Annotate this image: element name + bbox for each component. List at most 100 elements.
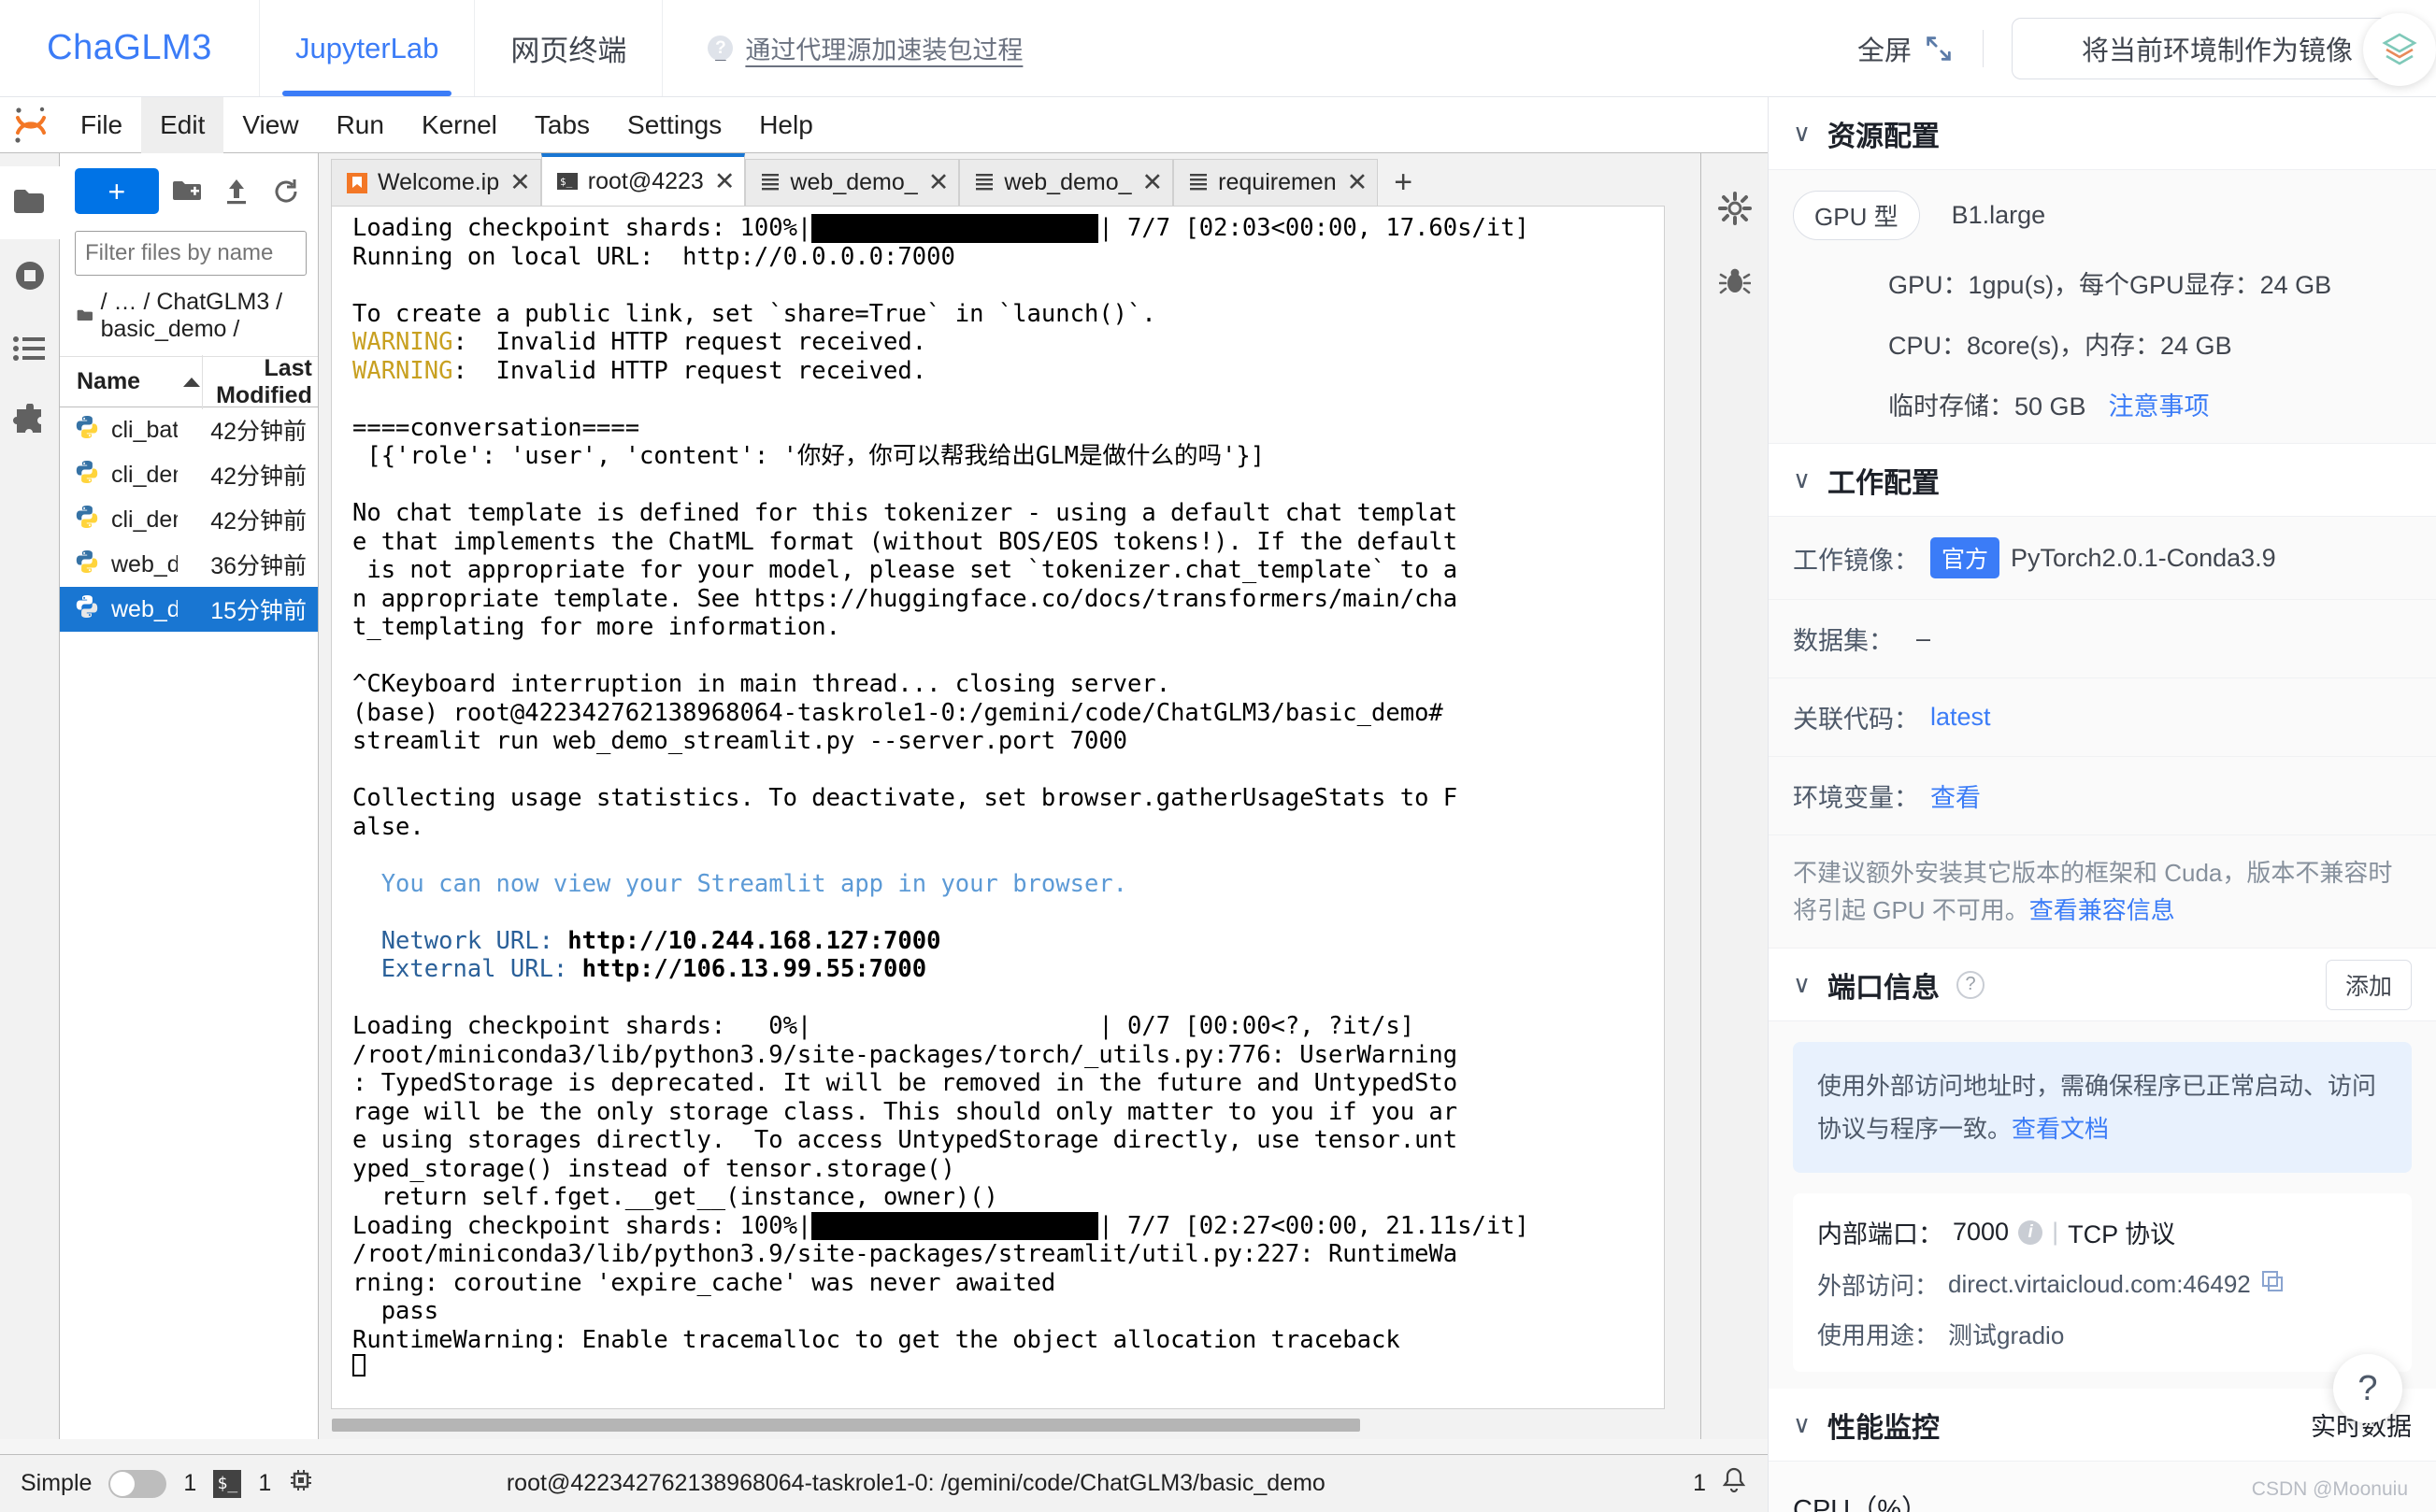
platform-badge-icon[interactable] bbox=[2363, 13, 2436, 86]
work-image-label: 工作镜像： bbox=[1793, 546, 1919, 575]
tab-requirements[interactable]: requiremen ✕ bbox=[1173, 159, 1379, 206]
close-icon[interactable]: ✕ bbox=[509, 168, 531, 197]
terminal-warning-token: WARNING bbox=[352, 328, 453, 356]
new-launcher-button[interactable]: + bbox=[75, 168, 159, 214]
copy-icon[interactable] bbox=[2260, 1269, 2285, 1300]
storage-notice-link[interactable]: 注意事项 bbox=[2109, 386, 2210, 422]
menu-edit[interactable]: Edit bbox=[141, 96, 224, 153]
list-item[interactable]: cli_demo_… 42分钟前 bbox=[60, 452, 318, 497]
terminal-cursor bbox=[352, 1354, 365, 1376]
upload-files-button[interactable] bbox=[215, 169, 257, 214]
section-title: 资源配置 bbox=[1827, 121, 1941, 152]
compat-note: 不建议额外安装其它版本的框架和 Cuda，版本不兼容时将引起 GPU 不可用。查… bbox=[1769, 835, 2436, 949]
terminal-url-label: External URL: bbox=[352, 955, 582, 983]
column-header-last-modified[interactable]: Last Modified bbox=[202, 354, 323, 409]
terminal-line: WARNING: Invalid HTTP request received. bbox=[352, 356, 927, 385]
breadcrumb[interactable]: / … / ChatGLM3 / basic_demo / bbox=[60, 276, 318, 357]
list-item[interactable]: web_demo… 15分钟前 bbox=[60, 587, 318, 632]
list-item[interactable]: cli_demo.py 42分钟前 bbox=[60, 497, 318, 542]
menu-help[interactable]: Help bbox=[740, 97, 832, 153]
column-header-name-group[interactable]: Name bbox=[60, 368, 202, 395]
list-item[interactable]: cli_batch_… 42分钟前 bbox=[60, 407, 318, 452]
sidebar-item-extensions[interactable] bbox=[0, 385, 60, 458]
sidebar-item-file-browser[interactable] bbox=[0, 166, 60, 239]
usage-line: 使用用途： 测试gradio bbox=[1817, 1317, 2387, 1351]
menu-tabs[interactable]: Tabs bbox=[516, 97, 609, 153]
section-work-config[interactable]: ∨ 工作配置 bbox=[1769, 444, 2436, 517]
tab-web-demo-2[interactable]: web_demo_ ✕ bbox=[959, 159, 1174, 206]
env-var-row: 环境变量： 查看 bbox=[1769, 757, 2436, 835]
linked-code-row: 关联代码： latest bbox=[1769, 678, 2436, 757]
info-circle-icon[interactable]: i bbox=[2018, 1220, 2043, 1245]
terminal-line: ====conversation==== bbox=[352, 413, 640, 442]
sidebar-item-commands[interactable] bbox=[0, 312, 60, 385]
env-var-view-link[interactable]: 查看 bbox=[1930, 777, 1981, 814]
tab-welcome-notebook[interactable]: Welcome.ip ✕ bbox=[331, 159, 541, 206]
section-port-info[interactable]: ∨ 端口信息 ? 添加 bbox=[1769, 949, 2436, 1021]
tab-terminal-root[interactable]: $_ root@4223 ✕ bbox=[540, 153, 746, 206]
terminal-line: To create a public link, set `share=True… bbox=[352, 299, 1156, 328]
debugger-button[interactable] bbox=[1701, 245, 1769, 318]
file-modified: 15分钟前 bbox=[210, 598, 307, 624]
help-floating-button[interactable]: ? bbox=[2333, 1354, 2402, 1423]
fullscreen-button[interactable]: 全屏 bbox=[1857, 29, 1983, 68]
terminal-count: 1 bbox=[258, 1470, 272, 1496]
platform-top-bar: ChaGLM3 JupyterLab 网页终端 ? 通过代理源加速装包过程 全屏… bbox=[0, 0, 2436, 97]
progress-bar bbox=[811, 1211, 1099, 1240]
simple-mode-toggle[interactable] bbox=[108, 1469, 167, 1498]
sidebar-item-running-terminals[interactable] bbox=[0, 239, 60, 312]
close-icon[interactable]: ✕ bbox=[714, 167, 736, 196]
internal-port-label: 内部端口： bbox=[1817, 1220, 1943, 1248]
close-icon[interactable]: ✕ bbox=[1347, 168, 1368, 197]
compat-info-link[interactable]: 查看兼容信息 bbox=[2029, 896, 2175, 924]
close-icon[interactable]: ✕ bbox=[928, 168, 950, 197]
view-docs-link[interactable]: 查看文档 bbox=[2012, 1115, 2109, 1143]
proxy-accelerate-link[interactable]: ? 通过代理源加速装包过程 bbox=[708, 0, 1023, 96]
terminal-output[interactable]: Loading checkpoint shards: 100%| | 7/7 [… bbox=[331, 206, 1665, 1409]
refresh-button[interactable] bbox=[265, 169, 307, 214]
chevron-down-icon: ∨ bbox=[1793, 1410, 1812, 1438]
tab-web-demo-1[interactable]: web_demo_ ✕ bbox=[745, 159, 960, 206]
storage-row: 临时存储：50 GB 注意事项 bbox=[1769, 371, 2436, 444]
close-icon[interactable]: ✕ bbox=[1142, 168, 1164, 197]
terminal-badge-icon[interactable]: $_ bbox=[213, 1469, 242, 1498]
main-dock-area: Welcome.ip ✕ $_ root@4223 ✕ web_demo_ ✕ … bbox=[319, 153, 1700, 1439]
gpu-model-value: B1.large bbox=[1951, 201, 2046, 229]
topnav-tab-webterminal[interactable]: 网页终端 bbox=[474, 0, 664, 96]
editor-tab-bar: Welcome.ip ✕ $_ root@4223 ✕ web_demo_ ✕ … bbox=[319, 153, 1700, 206]
list-item[interactable]: web_demo… 36分钟前 bbox=[60, 542, 318, 587]
bell-icon[interactable] bbox=[1721, 1466, 1747, 1501]
menu-file[interactable]: File bbox=[62, 97, 141, 153]
python-file-icon bbox=[75, 594, 99, 625]
brand-logo[interactable]: ChaGLM3 bbox=[0, 0, 259, 96]
scrollbar-thumb[interactable] bbox=[332, 1419, 1360, 1432]
add-port-button[interactable]: 添加 bbox=[2325, 959, 2412, 1010]
new-folder-button[interactable] bbox=[166, 169, 208, 214]
menu-run[interactable]: Run bbox=[318, 97, 403, 153]
watermark-text: CSDN @Moonuiu bbox=[2251, 1478, 2408, 1500]
jupyter-logo-icon bbox=[0, 105, 62, 146]
make-image-button[interactable]: 将当前环境制作为镜像 bbox=[2012, 17, 2423, 79]
new-tab-button[interactable]: + bbox=[1378, 159, 1428, 206]
menu-view[interactable]: View bbox=[223, 97, 317, 153]
topnav-tab-jupyterlab[interactable]: JupyterLab bbox=[259, 0, 474, 96]
kernel-chip-icon[interactable] bbox=[288, 1467, 314, 1500]
file-modified: 42分钟前 bbox=[210, 419, 307, 445]
horizontal-scrollbar[interactable] bbox=[331, 1417, 1665, 1434]
menu-settings[interactable]: Settings bbox=[609, 97, 740, 153]
file-modified: 42分钟前 bbox=[210, 508, 307, 535]
dataset-value: – bbox=[1916, 624, 1931, 652]
file-filter-box[interactable] bbox=[75, 231, 375, 276]
terminal-line: n appropriate template. See https://hugg… bbox=[352, 584, 1458, 613]
file-modified: 36分钟前 bbox=[210, 553, 307, 579]
linked-code-value[interactable]: latest bbox=[1930, 703, 1991, 732]
question-circle-icon[interactable]: ? bbox=[1956, 970, 1985, 999]
section-resource-config[interactable]: ∨ 资源配置 bbox=[1769, 97, 2436, 170]
property-inspector-button[interactable] bbox=[1701, 172, 1769, 245]
terminal-line: e that implements the ChatML format (wit… bbox=[352, 527, 1458, 556]
menu-kernel[interactable]: Kernel bbox=[403, 97, 516, 153]
terminal-line: Collecting usage statistics. To deactiva… bbox=[352, 784, 1458, 812]
jupyter-right-gutter bbox=[1700, 153, 1768, 1439]
terminal-info-text: You can now view your Streamlit app in y… bbox=[352, 869, 1128, 898]
